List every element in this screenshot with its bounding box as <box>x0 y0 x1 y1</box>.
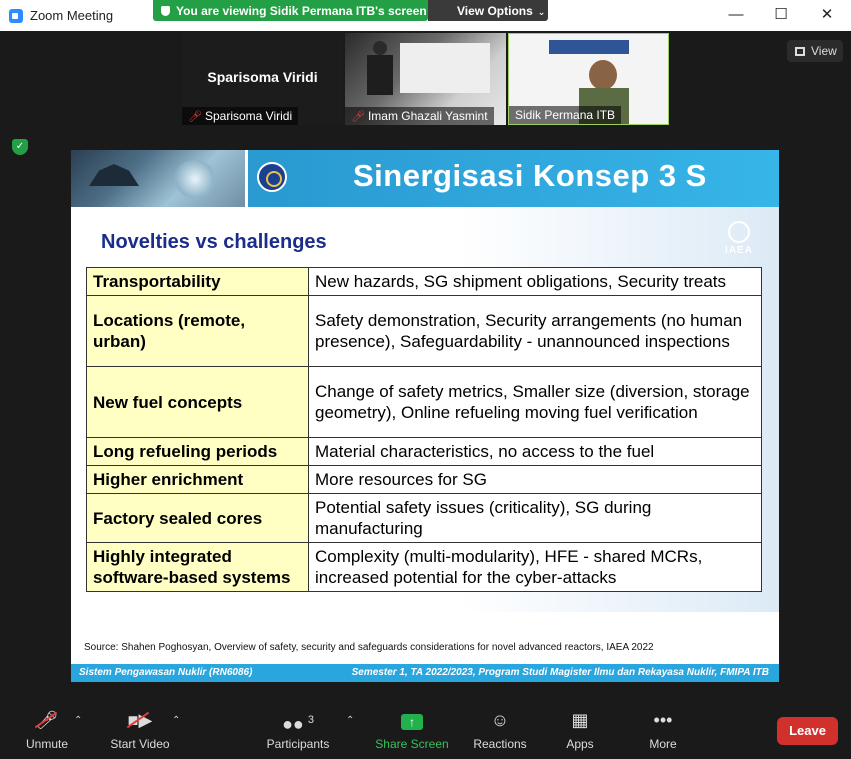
microphone-muted-icon: 🎤︎ <box>35 710 59 730</box>
video-options-caret-icon[interactable]: ⌃ <box>172 715 180 726</box>
slide-footer-area: Source: Shahen Poghosyan, Overview of sa… <box>71 612 779 664</box>
participants-button[interactable]: ●● 3 Participants <box>262 701 334 759</box>
participant-tile-active-speaker[interactable]: Sidik Permana ITB <box>508 33 669 125</box>
novelties-table: Transportability New hazards, SG shipmen… <box>86 267 762 592</box>
table-row: New fuel concepts Change of safety metri… <box>86 366 762 438</box>
reactions-label: Reactions <box>473 737 527 751</box>
atom-icon <box>728 221 750 243</box>
slide-subtitle: Novelties vs challenges <box>101 231 327 253</box>
zoom-app-icon <box>9 9 23 23</box>
iaea-logo-text: IAEA <box>725 245 753 256</box>
challenge-cell: Higher enrichment <box>86 465 309 494</box>
mic-muted-icon: 🎤︎ <box>351 111 365 123</box>
participant-display-name: Sparisoma Viridi <box>207 69 318 85</box>
share-screen-label: Share Screen <box>375 737 449 751</box>
unmute-label: Unmute <box>25 737 69 751</box>
apps-button[interactable]: ▦ Apps <box>556 701 604 759</box>
participant-label: Sidik Permana ITB <box>509 106 622 124</box>
detail-cell: Potential safety issues (criticality), S… <box>308 493 762 543</box>
start-video-button[interactable]: ■▶ Start Video <box>104 701 176 759</box>
apps-icon: ▦ <box>571 710 589 730</box>
grid-icon <box>795 47 805 56</box>
iaea-logo: IAEA <box>719 221 759 263</box>
participants-options-caret-icon[interactable]: ⌃ <box>346 715 354 726</box>
view-options-label: View Options <box>457 4 533 18</box>
share-banner-text: You are viewing Sidik Permana ITB's scre… <box>176 4 427 18</box>
challenge-cell: Long refueling periods <box>86 437 309 466</box>
footer-program: Semester 1, TA 2022/2023, Program Studi … <box>351 667 769 678</box>
window-title: Zoom Meeting <box>30 8 114 23</box>
participants-icon: ●● <box>282 714 304 734</box>
unmute-button[interactable]: 🎤︎ Unmute <box>18 701 76 759</box>
participant-tile[interactable]: 🎤︎ Imam Ghazali Yasmint <box>345 33 506 125</box>
security-shield-icon[interactable]: ✓ <box>12 139 28 155</box>
shared-screen-slide: Sinergisasi Konsep 3 S Novelties vs chal… <box>71 150 779 682</box>
share-screen-button[interactable]: ↑ Share Screen <box>372 701 452 759</box>
detail-cell: New hazards, SG shipment obligations, Se… <box>308 267 762 296</box>
challenge-cell: Locations (remote, urban) <box>86 295 309 367</box>
reactions-button[interactable]: ☺ Reactions <box>470 701 530 759</box>
apps-label: Apps <box>566 737 594 751</box>
slide-source-citation: Source: Shahen Poghosyan, Overview of sa… <box>84 642 654 653</box>
table-row: Locations (remote, urban) Safety demonst… <box>86 295 762 367</box>
participant-name: Sidik Permana ITB <box>515 108 616 122</box>
header-photo-image <box>71 150 245 207</box>
challenge-cell: New fuel concepts <box>86 366 309 438</box>
more-dots-icon: ••• <box>653 710 673 730</box>
mic-muted-icon: 🎤︎ <box>188 111 202 123</box>
table-row: Higher enrichment More resources for SG <box>86 465 762 494</box>
footer-course: Sistem Pengawasan Nuklir (RN6086) <box>79 667 253 678</box>
detail-cell: Change of safety metrics, Smaller size (… <box>308 366 762 438</box>
slide-body: Novelties vs challenges IAEA Transportab… <box>71 207 779 612</box>
maximize-button[interactable]: ☐ <box>758 0 804 31</box>
minimize-button[interactable]: — <box>713 0 759 31</box>
leave-button[interactable]: Leave <box>777 717 838 745</box>
video-camera-off-icon: ■▶ <box>127 710 153 730</box>
participant-name: Sparisoma Viridi <box>204 109 293 123</box>
slide-title: Sinergisasi Konsep 3 S <box>353 158 707 193</box>
view-layout-button[interactable]: View <box>787 40 843 62</box>
table-row: Highly integrated software-based systems… <box>86 542 762 592</box>
share-screen-icon: ↑ <box>401 714 423 730</box>
participant-tile[interactable]: Sparisoma Viridi 🎤︎ Sparisoma Viridi <box>182 33 343 125</box>
start-video-label: Start Video <box>110 737 170 751</box>
more-button[interactable]: ••• More <box>640 701 686 759</box>
challenge-cell: Factory sealed cores <box>86 493 309 543</box>
challenge-cell: Transportability <box>86 267 309 296</box>
slide-header: Sinergisasi Konsep 3 S <box>71 150 779 207</box>
more-label: More <box>649 737 677 751</box>
close-button[interactable]: ✕ <box>804 0 850 31</box>
detail-cell: More resources for SG <box>308 465 762 494</box>
participant-label: 🎤︎ Sparisoma Viridi <box>182 107 299 125</box>
view-options-button[interactable]: View Options ⌄ <box>428 0 548 21</box>
participant-name: Imam Ghazali Yasmint <box>367 109 488 123</box>
participants-label: Participants <box>266 737 330 751</box>
smiley-plus-icon: ☺ <box>490 710 510 730</box>
participants-count: 3 <box>307 714 314 726</box>
detail-cell: Material characteristics, no access to t… <box>308 437 762 466</box>
challenge-cell: Highly integrated software-based systems <box>86 542 309 592</box>
audio-options-caret-icon[interactable]: ⌃ <box>74 715 82 726</box>
detail-cell: Safety demonstration, Security arrangeme… <box>308 295 762 367</box>
table-row: Long refueling periods Material characte… <box>86 437 762 466</box>
detail-cell: Complexity (multi-modularity), HFE - sha… <box>308 542 762 592</box>
table-row: Transportability New hazards, SG shipmen… <box>86 267 762 296</box>
share-banner: You are viewing Sidik Permana ITB's scre… <box>153 0 428 21</box>
view-button-label: View <box>811 44 837 58</box>
participant-label: 🎤︎ Imam Ghazali Yasmint <box>345 107 494 125</box>
slide-footer-bar: Sistem Pengawasan Nuklir (RN6086) Semest… <box>71 664 779 682</box>
university-logo-icon <box>257 162 287 192</box>
meeting-toolbar: 🎤︎ Unmute ⌃ ■▶ Start Video ⌃ ●● 3 Partici… <box>0 701 851 759</box>
chevron-down-icon: ⌄ <box>537 7 546 17</box>
table-row: Factory sealed cores Potential safety is… <box>86 493 762 543</box>
shield-icon <box>161 6 170 16</box>
window-titlebar: Zoom Meeting You are viewing Sidik Perma… <box>0 0 851 31</box>
